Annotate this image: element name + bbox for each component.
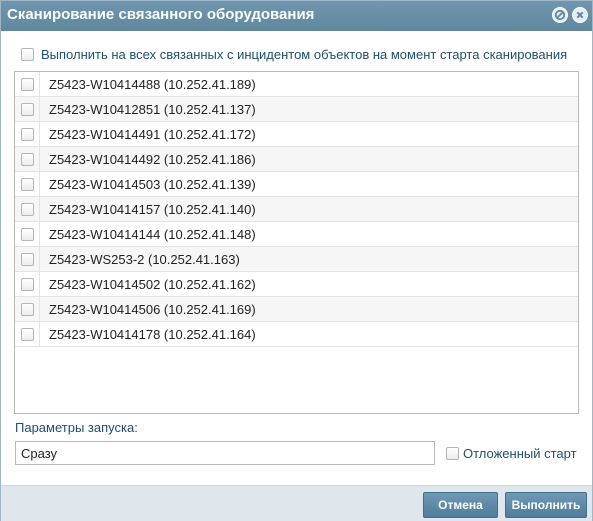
dialog-titlebar[interactable]: Сканирование связанного оборудования — [1, 1, 592, 31]
launch-params-label: Параметры запуска: — [15, 420, 138, 435]
device-row[interactable]: Z5423-W10414491 (10.252.41.172) — [15, 122, 578, 147]
device-label: Z5423-W10414502 (10.252.41.162) — [49, 277, 256, 292]
device-row[interactable]: Z5423-W10414178 (10.252.41.164) — [15, 322, 578, 347]
device-list[interactable]: Z5423-W10414488 (10.252.41.189) Z5423-W1… — [14, 71, 579, 414]
device-label: Z5423-W10414503 (10.252.41.139) — [49, 177, 256, 192]
launch-params-field[interactable]: Сразу — [15, 441, 435, 465]
delayed-start-checkbox[interactable] — [446, 447, 459, 460]
all-linked-objects-label: Выполнить на всех связанных с инцидентом… — [41, 47, 568, 62]
device-row[interactable]: Z5423-W10414144 (10.252.41.148) — [15, 222, 578, 247]
device-label: Z5423-W10414506 (10.252.41.169) — [49, 302, 256, 317]
device-checkbox[interactable] — [21, 153, 34, 166]
device-row[interactable]: Z5423-W10414506 (10.252.41.169) — [15, 297, 578, 322]
device-checkbox[interactable] — [21, 253, 34, 266]
device-checkbox[interactable] — [21, 178, 34, 191]
device-row[interactable]: Z5423-W10414492 (10.252.41.186) — [15, 147, 578, 172]
close-circle-icon[interactable] — [572, 7, 588, 23]
device-label: Z5423-W10414488 (10.252.41.189) — [49, 77, 256, 92]
device-checkbox[interactable] — [21, 303, 34, 316]
delayed-start-label: Отложенный старт — [463, 446, 577, 461]
device-label: Z5423-W10414157 (10.252.41.140) — [49, 202, 256, 217]
device-label: Z5423-W10412851 (10.252.41.137) — [49, 102, 256, 117]
device-label: Z5423-WS253-2 (10.252.41.163) — [49, 252, 240, 267]
device-row[interactable]: Z5423-W10414503 (10.252.41.139) — [15, 172, 578, 197]
device-checkbox[interactable] — [21, 203, 34, 216]
device-label: Z5423-W10414492 (10.252.41.186) — [49, 152, 256, 167]
all-linked-objects-checkbox[interactable] — [21, 48, 34, 61]
device-checkbox[interactable] — [21, 103, 34, 116]
settings-circle-icon[interactable] — [552, 7, 568, 23]
run-button[interactable]: Выполнить — [505, 492, 587, 518]
device-row[interactable]: Z5423-WS253-2 (10.252.41.163) — [15, 247, 578, 272]
device-row[interactable]: Z5423-W10412851 (10.252.41.137) — [15, 97, 578, 122]
device-checkbox[interactable] — [21, 228, 34, 241]
dialog-title: Сканирование связанного оборудования — [7, 6, 315, 23]
device-label: Z5423-W10414491 (10.252.41.172) — [49, 127, 256, 142]
device-label: Z5423-W10414144 (10.252.41.148) — [49, 227, 256, 242]
device-checkbox[interactable] — [21, 328, 34, 341]
device-checkbox[interactable] — [21, 78, 34, 91]
device-row[interactable]: Z5423-W10414502 (10.252.41.162) — [15, 272, 578, 297]
device-checkbox[interactable] — [21, 128, 34, 141]
device-label: Z5423-W10414178 (10.252.41.164) — [49, 327, 256, 342]
cancel-button[interactable]: Отмена — [423, 492, 498, 518]
device-checkbox[interactable] — [21, 278, 34, 291]
device-row[interactable]: Z5423-W10414488 (10.252.41.189) — [15, 72, 578, 97]
dialog-footer: Отмена Выполнить — [1, 485, 592, 521]
device-row[interactable]: Z5423-W10414157 (10.252.41.140) — [15, 197, 578, 222]
scan-linked-equipment-dialog: Сканирование связанного оборудования Вып… — [0, 0, 593, 521]
